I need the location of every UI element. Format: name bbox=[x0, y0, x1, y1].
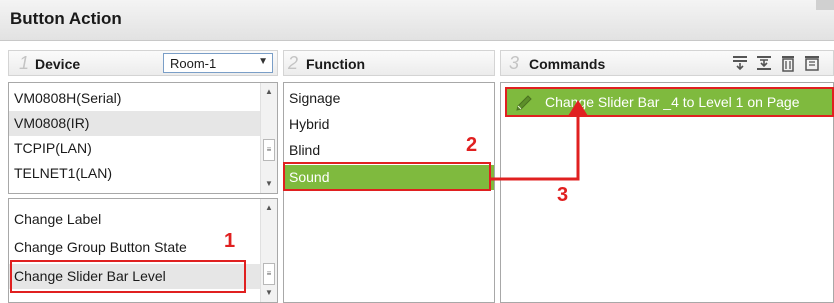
annotation-arrow bbox=[491, 100, 588, 181]
annotation-label-3: 3 bbox=[557, 184, 569, 206]
